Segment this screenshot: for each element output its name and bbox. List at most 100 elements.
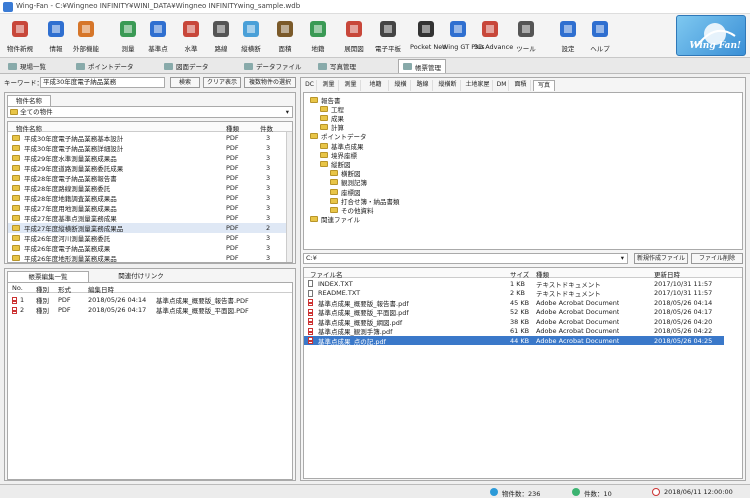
project-filter-select[interactable]: 全ての物件 ▾ xyxy=(7,106,293,118)
file-row[interactable]: 基準点成果_概要版_平面図.pdf 52 KB Adobe Acrobat Docu… xyxy=(304,308,724,317)
toolbar-button-3[interactable]: 測量 xyxy=(112,16,144,56)
file-row[interactable]: 基準点成果_観測手簿.pdf 61 KB Adobe Acrobat Documen… xyxy=(304,327,724,336)
project-row[interactable]: 平成27年度用地測量業務成果品 PDF 3 xyxy=(8,203,286,213)
project-row[interactable]: 平成27年度縦横断測量業務成果品 PDF 2 xyxy=(8,223,286,233)
tree-node[interactable]: 打合せ簿・納品書類 xyxy=(330,196,400,206)
toolbar-button-10[interactable]: 展開図 xyxy=(338,16,370,56)
col-kind[interactable]: 種別 xyxy=(36,284,49,294)
tab-report-list[interactable]: 帳票編集一覧 xyxy=(7,271,89,282)
report-row[interactable]: 2 種別 PDF 2018/05/26 04:17 基準点成果_概要版_平面図.PDF xyxy=(8,305,292,315)
project-name: 平成27年度用地測量業務成果品 xyxy=(24,205,117,213)
file-row[interactable]: 基準点成果_概要版_網図.pdf 38 KB Adobe Acrobat Docum… xyxy=(304,317,724,327)
col-modified[interactable]: 更新日時 xyxy=(654,269,680,279)
area-icon xyxy=(274,18,296,40)
search-button[interactable]: 検索 xyxy=(170,77,200,88)
tree-node[interactable]: 関連ファイル xyxy=(310,215,360,224)
project-row[interactable]: 平成28年度地籍調査業務成果品 PDF 3 xyxy=(8,193,286,203)
tab-1[interactable]: ポイントデータ xyxy=(72,59,138,73)
tab-4[interactable]: 写真管理 xyxy=(314,59,360,73)
doc-tab-3[interactable]: 地籍 xyxy=(363,80,389,91)
tree-node[interactable]: 報告書 xyxy=(310,95,341,105)
toolbar-button-1[interactable]: 情報 xyxy=(40,16,72,56)
toolbar-button-2[interactable]: 外部機能 xyxy=(70,16,102,56)
toolbar-button-11[interactable]: 電子平板 xyxy=(372,16,404,56)
toolbar-button-17[interactable]: ヘルプ xyxy=(584,16,616,56)
toolbar-button-12[interactable]: Pocket Neo xyxy=(410,16,446,56)
tab-0[interactable]: 現場一覧 xyxy=(4,59,50,73)
col-file-name[interactable]: ファイル名 xyxy=(310,269,343,279)
toolbar-button-9[interactable]: 地籍 xyxy=(302,16,334,56)
toolbar-button-7[interactable]: 縦横断 xyxy=(235,16,267,56)
project-row[interactable]: 平成27年度基準点測量業務成果 PDF 3 xyxy=(8,213,286,223)
toolbar-button-15[interactable]: ツール xyxy=(510,16,542,56)
tree-node[interactable]: 基準点成果 xyxy=(320,141,364,151)
report-file: 基準点成果_概要版_平面図.PDF xyxy=(156,307,249,315)
doc-tab-6[interactable]: 縦横断 xyxy=(435,80,461,91)
file-row[interactable]: README.TXT 2 KB テキストドキュメント 2017/10/31 11:57 xyxy=(304,289,724,298)
toolbar-button-6[interactable]: 路線 xyxy=(205,16,237,56)
col-count[interactable]: 件数 xyxy=(260,123,273,133)
report-row[interactable]: 1 種別 PDF 2018/05/26 04:14 基準点成果_概要版_報告書.PDF xyxy=(8,295,292,305)
toolbar-button-14[interactable]: 3D Advance xyxy=(474,16,513,56)
tab-project-name[interactable]: 物件名称 xyxy=(7,95,51,106)
toolbar-button-13[interactable]: Wing GT Plus xyxy=(442,16,484,56)
file-row[interactable]: 基準点成果_概要版_報告書.pdf 45 KB Adobe Acrobat Docu… xyxy=(304,298,724,308)
project-row[interactable]: 平成28年度路線測量業務委託 PDF 3 xyxy=(8,183,286,193)
tab-related-links[interactable]: 関連付けリンク xyxy=(91,271,191,282)
col-file-type[interactable]: 種類 xyxy=(536,269,549,279)
tree-node[interactable]: 観測記簿 xyxy=(330,178,367,187)
folder-icon xyxy=(12,175,20,181)
doc-tab-8[interactable]: DM xyxy=(495,80,509,91)
col-no[interactable]: No. xyxy=(12,284,23,292)
project-row[interactable]: 平成26年度地形測量業務成果品 PDF 3 xyxy=(8,253,286,263)
col-project-name[interactable]: 物件名称 xyxy=(16,123,42,133)
project-name: 平成30年度電子納品業務詳細設計 xyxy=(24,145,124,153)
tree-node[interactable]: ポイントデータ xyxy=(310,132,367,141)
tree-node[interactable]: その他資料 xyxy=(330,205,374,215)
tree-node[interactable]: 成果 xyxy=(320,113,344,123)
tree-node[interactable]: 座標図 xyxy=(330,187,361,197)
file-row[interactable]: INDEX.TXT 1 KB テキストドキュメント 2017/10/31 11:57 xyxy=(304,279,724,289)
tree-node[interactable]: 縦断図 xyxy=(320,159,351,169)
path-select[interactable]: C:¥ ▾ xyxy=(303,253,628,264)
project-row[interactable]: 平成30年度電子納品業務詳細設計 PDF 3 xyxy=(8,143,286,153)
tab-5[interactable]: 帳票管理 xyxy=(398,59,446,73)
col-edit-date[interactable]: 編集日時 xyxy=(88,284,114,294)
tree-node[interactable]: 工程 xyxy=(320,104,344,114)
doc-tab-4[interactable]: 縦横 xyxy=(391,80,411,91)
tree-node[interactable]: 計算 xyxy=(320,123,344,132)
project-row[interactable]: 平成28年度電子納品業務報告書 PDF 3 xyxy=(8,173,286,183)
project-row[interactable]: 平成29年度道路測量業務委託成果 PDF 3 xyxy=(8,163,286,173)
file-row[interactable]: 基準点成果_点の記.pdf 44 KB Adobe Acrobat Document… xyxy=(304,336,724,346)
project-row[interactable]: 平成29年度水準測量業務成果品 PDF 3 xyxy=(8,153,286,163)
doc-tab-2[interactable]: 測量 xyxy=(341,80,361,91)
clear-display-button[interactable]: クリア表示 xyxy=(203,77,241,88)
new-file-button[interactable]: 新規作成ファイル xyxy=(634,253,688,264)
doc-tab-9[interactable]: 面積 xyxy=(511,80,531,91)
toolbar-button-4[interactable]: 基準点 xyxy=(142,16,174,56)
tab-2[interactable]: 図面データ xyxy=(160,59,213,73)
doc-tab-10[interactable]: 写真 xyxy=(533,80,555,91)
toolbar-button-5[interactable]: 水準 xyxy=(175,16,207,56)
project-row[interactable]: 平成26年度河川測量業務委託 PDF 3 xyxy=(8,233,286,243)
doc-tab-7[interactable]: 土地家屋 xyxy=(463,80,493,91)
col-type[interactable]: 種類 xyxy=(226,123,239,133)
delete-file-button[interactable]: ファイル削除 xyxy=(691,253,743,264)
tab-3[interactable]: データファイル xyxy=(240,59,306,73)
col-size[interactable]: サイズ xyxy=(510,269,529,279)
search-input[interactable]: 平成30年度電子納品業務 xyxy=(40,77,165,88)
doc-tab-5[interactable]: 路線 xyxy=(413,80,433,91)
col-format[interactable]: 形式 xyxy=(58,284,71,294)
project-row[interactable]: 平成26年度電子納品業務成果 PDF 3 xyxy=(8,243,286,253)
multi-select-button[interactable]: 複数物件の選択 xyxy=(244,77,296,88)
toolbar-button-8[interactable]: 面積 xyxy=(269,16,301,56)
project-list-scrollbar[interactable] xyxy=(286,132,292,262)
tree-node[interactable]: 横断図 xyxy=(330,169,361,178)
tree-node[interactable]: 境界座標 xyxy=(320,150,357,160)
project-name: 平成28年度地籍調査業務成果品 xyxy=(24,195,117,203)
doc-tab-0[interactable]: DC xyxy=(303,80,317,91)
project-row[interactable]: 平成30年度電子納品業務基本設計 PDF 3 xyxy=(8,133,286,143)
doc-tab-1[interactable]: 測量 xyxy=(319,80,339,91)
toolbar-button-0[interactable]: 物件新規 xyxy=(4,16,36,56)
toolbar-button-16[interactable]: 設定 xyxy=(552,16,584,56)
